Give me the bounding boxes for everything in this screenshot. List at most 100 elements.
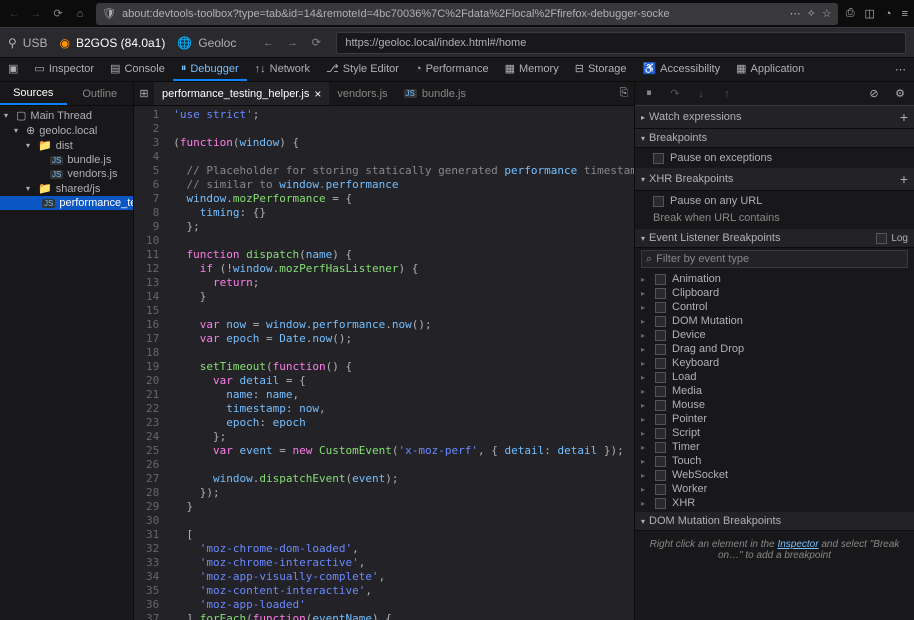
sources-tab-outline[interactable]: Outline bbox=[67, 82, 134, 105]
pause-button[interactable]: ⏸ bbox=[641, 86, 657, 102]
event-listener-header[interactable]: ▾Event Listener BreakpointsLog bbox=[635, 229, 914, 248]
tree-host[interactable]: ▾⊕geoloc.local bbox=[0, 123, 133, 138]
event-category[interactable]: ▸Worker bbox=[635, 482, 914, 496]
tab-memory[interactable]: ▦Memory bbox=[497, 58, 567, 81]
checkbox[interactable] bbox=[653, 153, 664, 164]
checkbox[interactable] bbox=[655, 428, 666, 439]
reader-icon[interactable]: ✧ bbox=[807, 7, 816, 20]
target-reload-button[interactable]: ⟳ bbox=[308, 35, 324, 51]
event-category[interactable]: ▸WebSocket bbox=[635, 468, 914, 482]
sources-tab-sources[interactable]: Sources bbox=[0, 82, 67, 105]
event-category[interactable]: ▸XHR bbox=[635, 496, 914, 510]
event-category[interactable]: ▸DOM Mutation bbox=[635, 314, 914, 328]
event-category[interactable]: ▸Device bbox=[635, 328, 914, 342]
tab-performance[interactable]: ◔Performance bbox=[407, 58, 497, 81]
profile-icon[interactable]: ◔ bbox=[885, 8, 892, 20]
xhr-breakpoints-header[interactable]: ▾XHR Breakpoints+ bbox=[635, 168, 914, 191]
reload-button[interactable]: ⟳ bbox=[50, 6, 66, 22]
pause-exceptions-row[interactable]: Pause on exceptions bbox=[635, 150, 914, 166]
close-icon[interactable]: × bbox=[314, 87, 321, 101]
checkbox[interactable] bbox=[655, 484, 666, 495]
step-out-button[interactable]: ↑ bbox=[719, 86, 735, 102]
sidebar-icon[interactable]: ◫ bbox=[865, 7, 875, 20]
tree-bundle[interactable]: JSbundle.js bbox=[0, 153, 133, 167]
checkbox[interactable] bbox=[655, 470, 666, 481]
log-checkbox[interactable] bbox=[876, 233, 887, 244]
source-map-icon[interactable]: ⊞ bbox=[134, 82, 154, 105]
target-runtime[interactable]: ◉ B2GOS (84.0a1) bbox=[59, 36, 165, 50]
library-icon[interactable]: ⎙ bbox=[846, 7, 855, 20]
editor-content[interactable]: 1 2 3 4 5 6 7 8 9 10 11 12 13 14 15 16 1… bbox=[134, 106, 634, 620]
checkbox[interactable] bbox=[655, 288, 666, 299]
pause-any-url-row[interactable]: Pause on any URL bbox=[635, 193, 914, 209]
step-over-button[interactable]: ↷ bbox=[667, 86, 683, 102]
target-forward-button[interactable]: → bbox=[284, 35, 300, 51]
tree-shared-js[interactable]: ▾📁shared/js bbox=[0, 181, 133, 196]
checkbox[interactable] bbox=[655, 414, 666, 425]
target-app[interactable]: 🌐 Geoloc bbox=[177, 36, 236, 50]
checkbox[interactable] bbox=[655, 372, 666, 383]
checkbox[interactable] bbox=[655, 316, 666, 327]
watch-expressions-header[interactable]: ▸Watch expressions+ bbox=[635, 106, 914, 129]
settings-button[interactable]: ⚙ bbox=[892, 86, 908, 102]
menu-icon[interactable]: ≡ bbox=[902, 8, 908, 20]
url-bar[interactable]: 🛡 about:devtools-toolbox?type=tab&id=14&… bbox=[96, 3, 838, 25]
tab-style-editor[interactable]: ⎇Style Editor bbox=[318, 58, 407, 81]
checkbox[interactable] bbox=[655, 344, 666, 355]
event-category[interactable]: ▸Load bbox=[635, 370, 914, 384]
page-actions-icon[interactable]: ⋯ bbox=[790, 7, 801, 20]
event-category[interactable]: ▸Drag and Drop bbox=[635, 342, 914, 356]
target-usb[interactable]: ⚲ USB bbox=[8, 36, 47, 50]
devtools-overflow-menu[interactable]: ⋯ bbox=[887, 58, 914, 81]
code-area[interactable]: 'use strict'; (function(window) { // Pla… bbox=[165, 106, 634, 620]
breakpoints-header[interactable]: ▾Breakpoints bbox=[635, 129, 914, 148]
tab-network[interactable]: ↑↓Network bbox=[247, 58, 318, 81]
event-category[interactable]: ▸Animation bbox=[635, 272, 914, 286]
tab-inspector[interactable]: ▭Inspector bbox=[26, 58, 102, 81]
checkbox[interactable] bbox=[655, 330, 666, 341]
event-category[interactable]: ▸Timer bbox=[635, 440, 914, 454]
tab-application[interactable]: ▦Application bbox=[728, 58, 812, 81]
checkbox[interactable] bbox=[655, 442, 666, 453]
event-filter-input[interactable]: ⌕Filter by event type bbox=[641, 250, 908, 268]
add-xhr-icon[interactable]: + bbox=[900, 171, 908, 187]
break-url-contains[interactable]: Break when URL contains bbox=[635, 209, 914, 227]
back-button[interactable]: ← bbox=[6, 6, 22, 22]
target-back-button[interactable]: ← bbox=[260, 35, 276, 51]
tab-debugger[interactable]: ⏸Debugger bbox=[173, 58, 247, 81]
checkbox[interactable] bbox=[655, 498, 666, 509]
checkbox[interactable] bbox=[655, 358, 666, 369]
tree-dist[interactable]: ▾📁dist bbox=[0, 138, 133, 153]
command-icon[interactable]: ⎘ bbox=[614, 82, 634, 105]
tab-storage[interactable]: ⊟Storage bbox=[567, 58, 635, 81]
dom-mutation-header[interactable]: ▾DOM Mutation Breakpoints bbox=[635, 512, 914, 531]
checkbox[interactable] bbox=[655, 400, 666, 411]
tree-main-thread[interactable]: ▾▢Main Thread bbox=[0, 108, 133, 123]
inspector-link[interactable]: Inspector bbox=[777, 539, 818, 550]
tab-console[interactable]: ▤Console bbox=[102, 58, 173, 81]
event-category[interactable]: ▸Media bbox=[635, 384, 914, 398]
tree-vendors[interactable]: JSvendors.js bbox=[0, 167, 133, 181]
editor-tab-perf-helper[interactable]: performance_testing_helper.js× bbox=[154, 82, 329, 105]
event-category[interactable]: ▸Pointer bbox=[635, 412, 914, 426]
editor-tab-vendors[interactable]: vendors.js bbox=[329, 82, 395, 105]
target-url-input[interactable]: https://geoloc.local/index.html#/home bbox=[336, 32, 906, 54]
add-watch-icon[interactable]: + bbox=[900, 109, 908, 125]
tree-perf-helper[interactable]: JSperformance_testing_h bbox=[0, 196, 133, 210]
event-category[interactable]: ▸Clipboard bbox=[635, 286, 914, 300]
step-in-button[interactable]: ↓ bbox=[693, 86, 709, 102]
editor-tab-bundle[interactable]: JSbundle.js bbox=[396, 82, 474, 105]
event-category[interactable]: ▸Keyboard bbox=[635, 356, 914, 370]
deactivate-breakpoints-button[interactable]: ⊘ bbox=[866, 86, 882, 102]
home-button[interactable]: ⌂ bbox=[72, 6, 88, 22]
event-category[interactable]: ▸Mouse bbox=[635, 398, 914, 412]
forward-button[interactable]: → bbox=[28, 6, 44, 22]
checkbox[interactable] bbox=[655, 302, 666, 313]
checkbox[interactable] bbox=[655, 386, 666, 397]
checkbox[interactable] bbox=[655, 456, 666, 467]
tab-accessibility[interactable]: ♿Accessibility bbox=[634, 58, 728, 81]
event-category[interactable]: ▸Touch bbox=[635, 454, 914, 468]
checkbox[interactable] bbox=[655, 274, 666, 285]
iframe-picker[interactable]: ▣ bbox=[0, 58, 26, 81]
event-category[interactable]: ▸Control bbox=[635, 300, 914, 314]
